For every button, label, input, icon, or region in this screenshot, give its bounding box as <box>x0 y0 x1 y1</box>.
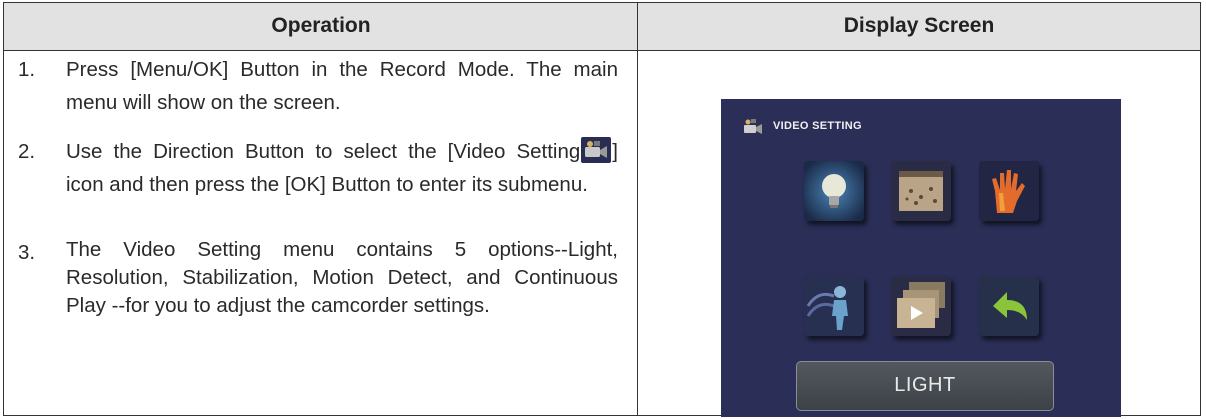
step-number: 3. <box>18 241 36 264</box>
resolution-icon <box>891 161 951 221</box>
continuous-play-option[interactable] <box>891 276 951 336</box>
video-setting-icon <box>581 137 612 163</box>
continuous-play-icon <box>891 276 951 336</box>
table-header-row: Operation Display Screen <box>4 3 1200 51</box>
motion-detect-icon <box>804 276 864 336</box>
selected-option-text: LIGHT <box>894 374 956 396</box>
light-bulb-icon <box>804 161 864 221</box>
light-option[interactable] <box>804 161 864 221</box>
video-setting-icon <box>742 117 764 137</box>
step-text: Use the Direction Button to select the [… <box>66 135 618 201</box>
header-display-screen: Display Screen <box>843 14 995 37</box>
step-number: 2. <box>18 140 36 163</box>
selected-option-label: LIGHT <box>796 361 1054 411</box>
camera-display-screen: VIDEO SETTING LIGHT <box>721 99 1121 417</box>
step-number: 1. <box>18 58 36 81</box>
stabilization-hand-icon <box>979 161 1039 221</box>
stabilization-option[interactable] <box>979 161 1039 221</box>
return-arrow-icon <box>979 276 1039 336</box>
screen-title: VIDEO SETTING <box>773 120 862 132</box>
header-operation: Operation <box>271 14 371 37</box>
step-text: The Video Setting menu contains 5 option… <box>66 238 618 317</box>
operation-table: Operation Display Screen 1. Press [Menu/… <box>3 2 1201 417</box>
column-divider <box>637 3 638 415</box>
resolution-option[interactable] <box>891 161 951 221</box>
return-option[interactable] <box>979 276 1039 336</box>
step-text: Press [Menu/OK] Button in the Record Mod… <box>66 58 618 114</box>
motion-detect-option[interactable] <box>804 276 864 336</box>
